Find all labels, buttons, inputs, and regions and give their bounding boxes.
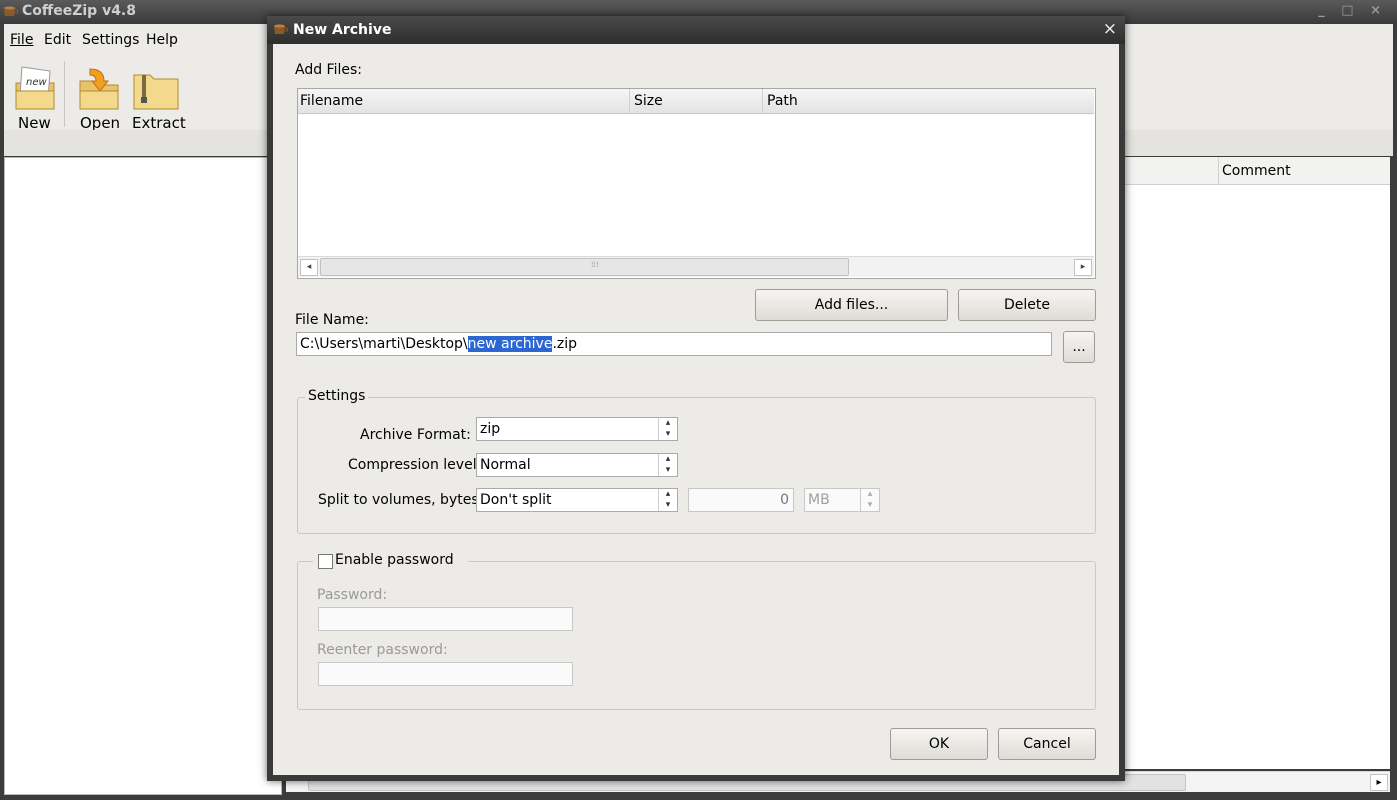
menu-file[interactable]: File [10,32,33,48]
password-group-title: Enable password [313,551,468,571]
window-controls[interactable]: _ □ × [1318,3,1387,18]
split-volumes-value: Don't split [480,492,552,508]
enable-password-checkbox[interactable] [318,554,333,569]
coffee-cup-icon [4,6,19,16]
new-archive-icon: new [15,66,55,110]
split-unit-select[interactable]: MB ▴ ▾ [804,488,880,512]
new-button[interactable]: new New [6,57,64,132]
file-name-input[interactable]: C:\Users\marti\Desktop\new archive.zip [296,332,1052,356]
column-path[interactable]: Path [767,93,798,109]
archive-format-select[interactable]: zip ▴ ▾ [476,417,678,441]
settings-group-title: Settings [305,388,369,404]
app-title: CoffeeZip v4.8 [22,3,136,19]
split-size-input[interactable]: 0 [688,488,794,512]
file-name-prefix: C:\Users\marti\Desktop\ [300,336,468,352]
column-header-comment[interactable]: Comment [1118,157,1390,185]
enable-password-label[interactable]: Enable password [335,552,454,568]
add-files-list[interactable] [297,88,1096,279]
reenter-password-input[interactable] [318,662,573,686]
scroll-right-arrow[interactable]: ▸ [1074,259,1092,276]
archive-format-label: Archive Format: [360,427,471,443]
menu-settings[interactable]: Settings [82,32,139,48]
add-files-button-label: Add files... [814,297,889,313]
spin-updown-icon: ▴ ▾ [860,489,879,511]
open-button[interactable]: Open [72,57,126,132]
password-label: Password: [317,587,388,603]
spin-updown-icon: ▴ ▾ [658,454,677,476]
spin-updown-icon: ▴ ▾ [658,418,677,440]
comment-header-label: Comment [1222,163,1291,179]
cancel-button-label: Cancel [1023,736,1071,752]
coffee-cup-icon [274,24,289,34]
zip-folder-icon [133,74,179,110]
file-name-selection: new archive [467,336,553,352]
file-list-horizontal-scrollbar[interactable]: ◂ ⁞⁞⁞ ▸ [298,256,1094,277]
column-filename[interactable]: Filename [300,93,363,109]
add-files-button[interactable]: Add files... [755,289,948,321]
split-volumes-select[interactable]: Don't split ▴ ▾ [476,488,678,512]
main-scroll-right-arrow[interactable]: ▸ [1370,774,1388,791]
scroll-left-arrow[interactable]: ◂ [300,259,318,276]
file-list-scroll-thumb[interactable]: ⁞⁞⁞ [320,258,849,276]
file-name-label: File Name: [295,312,369,328]
archive-format-value: zip [480,421,501,437]
password-group [297,561,1096,710]
compression-level-value: Normal [480,457,531,473]
compression-level-label: Compression level: [348,457,482,473]
add-files-label: Add Files: [295,62,362,78]
column-separator[interactable] [629,89,630,113]
split-volumes-label: Split to volumes, bytes: [318,492,484,508]
close-icon[interactable]: × [1103,19,1117,39]
menu-edit[interactable]: Edit [44,32,71,48]
scroll-grip: ⁞⁞⁞ [591,260,599,269]
open-folder-icon [79,68,119,110]
reenter-password-label: Reenter password: [317,642,448,658]
column-separator [1218,157,1219,184]
dialog-titlebar: New Archive × [267,16,1125,44]
column-size[interactable]: Size [634,93,663,109]
extract-button[interactable]: Extract [128,57,186,132]
menu-help[interactable]: Help [146,32,178,48]
folder-tree-panel[interactable] [4,157,282,795]
file-list-header: Filename Size Path [298,89,1094,114]
column-separator[interactable] [762,89,763,113]
browse-button-label: ... [1072,339,1086,355]
archive-file-list[interactable] [1118,157,1390,769]
new-icon-text: new [26,77,47,88]
file-name-extension: .zip [552,336,578,352]
cancel-button[interactable]: Cancel [998,728,1096,760]
compression-level-select[interactable]: Normal ▴ ▾ [476,453,678,477]
ok-button-label: OK [928,736,950,752]
dialog-title: New Archive [293,22,392,38]
menu-settings-label: Settings [82,32,140,48]
password-input[interactable] [318,607,573,631]
split-unit-value: MB [808,492,830,508]
delete-button[interactable]: Delete [958,289,1096,321]
delete-button-label: Delete [1004,297,1050,313]
menu-file-label: File [10,32,34,48]
browse-button[interactable]: ... [1063,331,1095,363]
spin-updown-icon: ▴ ▾ [658,489,677,511]
toolbar-separator [64,61,65,127]
ok-button[interactable]: OK [890,728,988,760]
menu-help-label: Help [146,32,178,48]
menu-edit-label: Edit [44,32,72,48]
